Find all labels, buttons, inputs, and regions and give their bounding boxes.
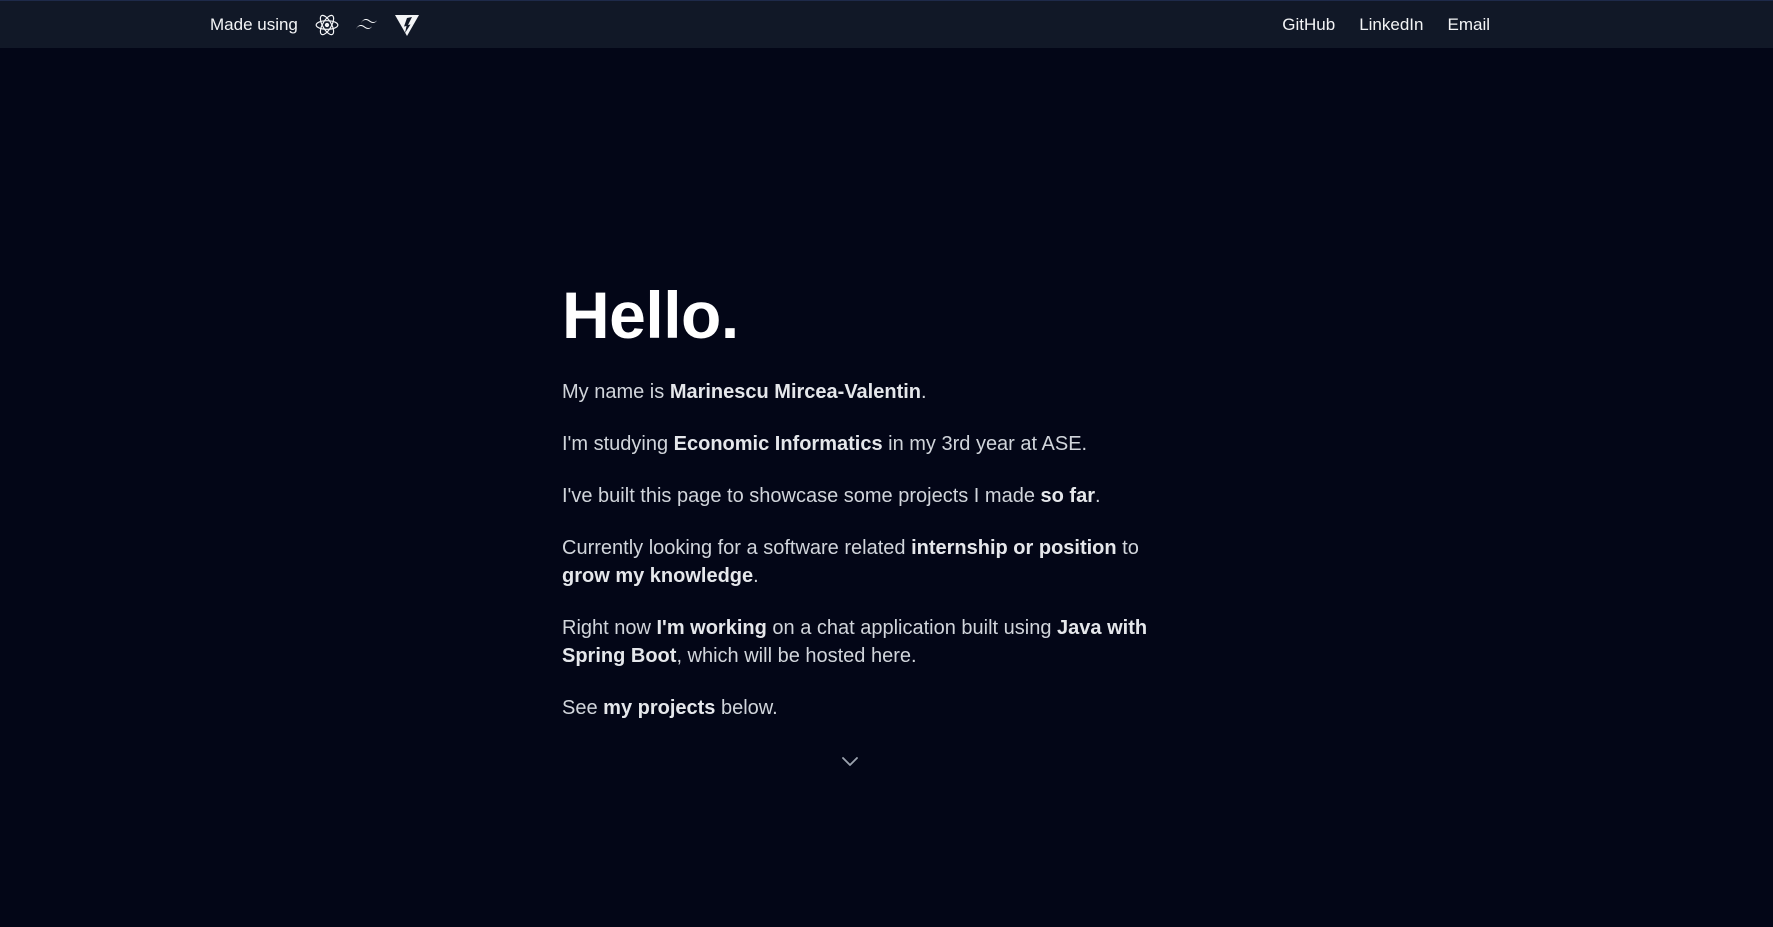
tailwind-icon: [353, 11, 381, 39]
studies-paragraph: I'm studying Economic Informatics in my …: [562, 430, 1152, 458]
made-using-label: Made using: [210, 15, 298, 34]
text: in my 3rd year at ASE.: [882, 433, 1088, 455]
text: My name is: [562, 381, 670, 403]
text: Right now: [562, 617, 657, 639]
hero-title: Hello.: [562, 278, 739, 352]
email-link[interactable]: Email: [1447, 15, 1490, 35]
text: I've built this page to showcase some pr…: [562, 485, 1041, 507]
highlight: I'm working: [656, 617, 767, 639]
text: .: [921, 381, 927, 403]
chevron-down-icon[interactable]: [838, 752, 862, 772]
nav-links: GitHub LinkedIn Email: [1282, 1, 1490, 49]
see-projects-paragraph: See my projects below.: [562, 694, 1152, 722]
text: to: [1116, 537, 1139, 559]
react-icon: [313, 11, 341, 39]
text: on a chat application built using: [766, 617, 1058, 639]
linkedin-link[interactable]: LinkedIn: [1359, 15, 1423, 35]
vite-icon: [393, 11, 421, 39]
text: , which will be hosted here.: [676, 645, 917, 667]
highlight: grow my knowledge: [562, 565, 754, 587]
hero-section: Hello. My name is Marinescu Mircea-Valen…: [562, 280, 1152, 746]
highlight: so far: [1040, 485, 1095, 507]
text: I'm studying: [562, 433, 674, 455]
page-purpose-paragraph: I've built this page to showcase some pr…: [562, 482, 1152, 510]
field-highlight: Economic Informatics: [673, 433, 883, 455]
highlight: my projects: [603, 697, 716, 719]
top-navbar: Made using GitHub LinkedIn Email: [0, 0, 1773, 48]
name-highlight: Marinescu Mircea-Valentin: [669, 381, 922, 403]
text: .: [1094, 485, 1101, 507]
looking-for-paragraph: Currently looking for a software related…: [562, 534, 1152, 590]
text: .: [753, 565, 759, 587]
current-work-paragraph: Right now I'm working on a chat applicat…: [562, 614, 1152, 670]
text: below.: [715, 697, 778, 719]
highlight: internship or position: [911, 537, 1117, 559]
github-link[interactable]: GitHub: [1282, 15, 1335, 35]
text: Currently looking for a software related: [562, 537, 912, 559]
intro-name-paragraph: My name is Marinescu Mircea-Valentin.: [562, 378, 1152, 406]
text: See: [562, 697, 604, 719]
made-using-group: Made using: [210, 1, 433, 49]
